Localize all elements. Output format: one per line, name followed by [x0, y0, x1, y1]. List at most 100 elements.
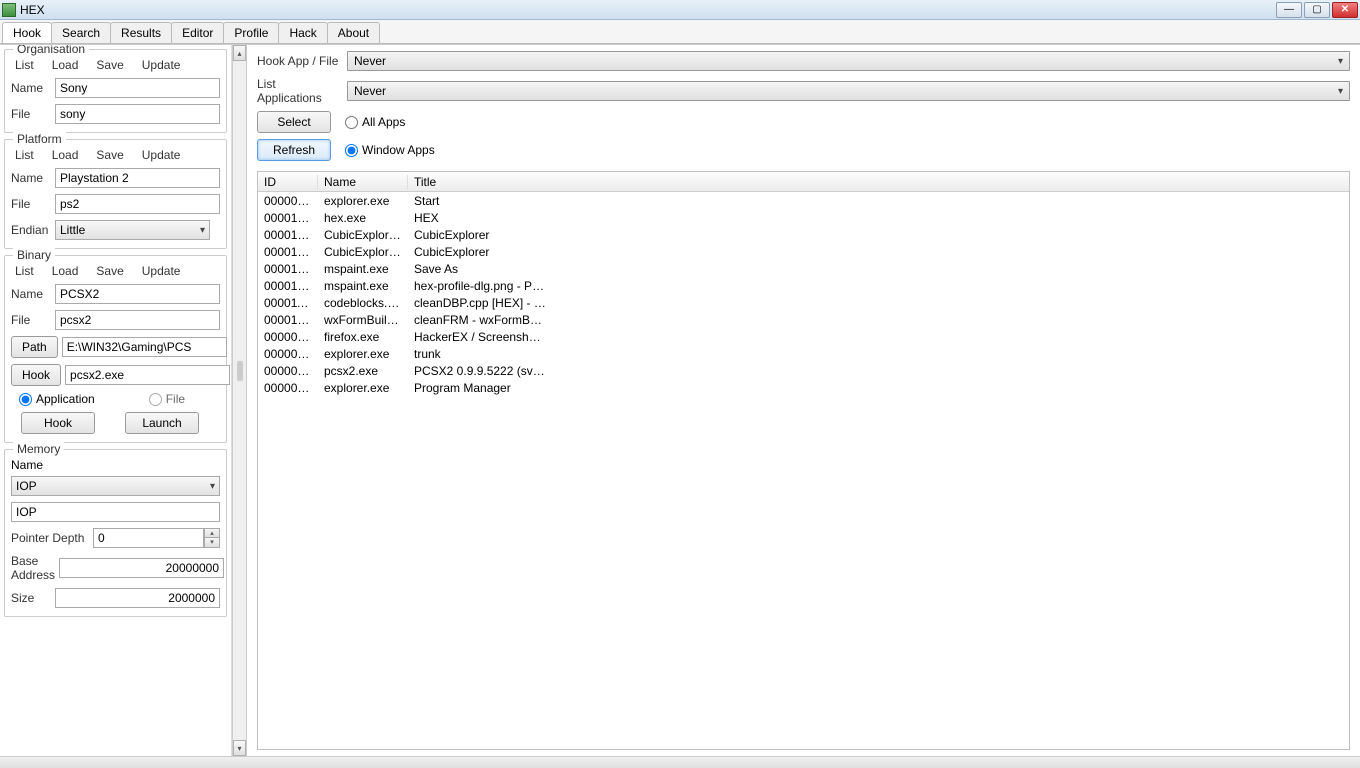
- cell-title: HackerEX / Screenshots - ...: [408, 330, 553, 344]
- plat-name-input[interactable]: [55, 168, 220, 188]
- table-row[interactable]: 000013A0mspaint.exehex-profile-dlg.png -…: [258, 277, 1349, 294]
- size-input[interactable]: [55, 588, 220, 608]
- table-row[interactable]: 00000798pcsx2.exePCSX2 0.9.9.5222 (svn) …: [258, 362, 1349, 379]
- cell-title: Start: [408, 194, 553, 208]
- org-file-input[interactable]: [55, 104, 220, 124]
- table-row[interactable]: 00000770explorer.exeStart: [258, 192, 1349, 209]
- bin-save-link[interactable]: Save: [96, 264, 123, 278]
- group-memory: Memory Name IOP Pointer Depth ▴▾ Base Ad…: [4, 449, 227, 617]
- tab-hook[interactable]: Hook: [2, 22, 52, 43]
- org-name-label: Name: [11, 81, 51, 95]
- table-row[interactable]: 000013A0mspaint.exeSave As: [258, 260, 1349, 277]
- close-button[interactable]: ✕: [1332, 2, 1358, 18]
- table-row[interactable]: 00001368CubicExplorer...CubicExplorer: [258, 243, 1349, 260]
- plat-load-link[interactable]: Load: [52, 148, 79, 162]
- all-apps-radio[interactable]: All Apps: [345, 115, 405, 129]
- cell-name: mspaint.exe: [318, 262, 408, 276]
- tab-about[interactable]: About: [327, 22, 380, 43]
- group-title-platform: Platform: [13, 132, 66, 146]
- sidebar: Organisation List Load Save Update Name …: [0, 45, 232, 756]
- tab-results[interactable]: Results: [110, 22, 172, 43]
- cell-title: Save As: [408, 262, 553, 276]
- application-radio[interactable]: Application: [19, 392, 95, 406]
- table-row[interactable]: 00000770explorer.exeProgram Manager: [258, 379, 1349, 396]
- minimize-button[interactable]: —: [1276, 2, 1302, 18]
- plat-save-link[interactable]: Save: [96, 148, 123, 162]
- base-address-input[interactable]: [59, 558, 224, 578]
- plat-endian-select[interactable]: Little: [55, 220, 210, 240]
- spin-up-icon[interactable]: ▴: [205, 529, 219, 538]
- select-button[interactable]: Select: [257, 111, 331, 133]
- mem-region-select[interactable]: IOP: [11, 476, 220, 496]
- tab-hack[interactable]: Hack: [278, 22, 327, 43]
- statusbar: [0, 756, 1360, 768]
- group-organisation: Organisation List Load Save Update Name …: [4, 49, 227, 133]
- tab-profile[interactable]: Profile: [223, 22, 279, 43]
- cell-id: 00001368: [258, 228, 318, 242]
- bin-update-link[interactable]: Update: [142, 264, 181, 278]
- cell-name: explorer.exe: [318, 347, 408, 361]
- cell-title: cleanDBP.cpp [HEX] - Cod...: [408, 296, 553, 310]
- bin-list-link[interactable]: List: [15, 264, 34, 278]
- bin-exe-input[interactable]: [65, 365, 230, 385]
- table-row[interactable]: 00001368CubicExplorer...CubicExplorer: [258, 226, 1349, 243]
- cell-id: 0000126C: [258, 313, 318, 327]
- cell-id: 00000798: [258, 364, 318, 378]
- pointer-depth-input[interactable]: [93, 528, 204, 548]
- cell-title: hex-profile-dlg.png - Paint: [408, 279, 553, 293]
- org-list-link[interactable]: List: [15, 58, 34, 72]
- launch-button[interactable]: Launch: [125, 412, 199, 434]
- cell-name: wxFormBuilde...: [318, 313, 408, 327]
- group-title-binary: Binary: [13, 248, 55, 262]
- file-radio[interactable]: File: [149, 392, 185, 406]
- col-title[interactable]: Title: [408, 175, 553, 189]
- cell-name: CubicExplorer...: [318, 245, 408, 259]
- bin-load-link[interactable]: Load: [52, 264, 79, 278]
- cell-id: 00000770: [258, 381, 318, 395]
- bin-name-input[interactable]: [55, 284, 220, 304]
- bin-file-input[interactable]: [55, 310, 220, 330]
- col-id[interactable]: ID: [258, 175, 318, 189]
- plat-file-input[interactable]: [55, 194, 220, 214]
- list-applications-select[interactable]: Never: [347, 81, 1350, 101]
- table-row[interactable]: 0000130Chex.exeHEX: [258, 209, 1349, 226]
- hook-button[interactable]: Hook: [21, 412, 95, 434]
- spin-down-icon[interactable]: ▾: [205, 538, 219, 547]
- list-header: ID Name Title: [258, 172, 1349, 192]
- scroll-track[interactable]: [233, 61, 246, 740]
- org-update-link[interactable]: Update: [142, 58, 181, 72]
- cell-id: 0000130C: [258, 211, 318, 225]
- refresh-button[interactable]: Refresh: [257, 139, 331, 161]
- mem-size-label: Size: [11, 591, 51, 605]
- hook-app-file-select[interactable]: Never: [347, 51, 1350, 71]
- table-row[interactable]: 0000126CwxFormBuilde...cleanFRM - wxForm…: [258, 311, 1349, 328]
- org-name-input[interactable]: [55, 78, 220, 98]
- plat-list-link[interactable]: List: [15, 148, 34, 162]
- scroll-up-icon[interactable]: ▴: [233, 45, 246, 61]
- group-binary: Binary List Load Save Update Name File P…: [4, 255, 227, 443]
- cell-id: 00000770: [258, 194, 318, 208]
- col-name[interactable]: Name: [318, 175, 408, 189]
- mem-region-text[interactable]: [11, 502, 220, 522]
- table-row[interactable]: 0000010Cexplorer.exetrunk: [258, 345, 1349, 362]
- cell-id: 000013A0: [258, 262, 318, 276]
- tab-editor[interactable]: Editor: [171, 22, 224, 43]
- org-load-link[interactable]: Load: [52, 58, 79, 72]
- org-save-link[interactable]: Save: [96, 58, 123, 72]
- hook-exe-button[interactable]: Hook: [11, 364, 61, 386]
- plat-update-link[interactable]: Update: [142, 148, 181, 162]
- tab-search[interactable]: Search: [51, 22, 111, 43]
- window-apps-radio[interactable]: Window Apps: [345, 143, 435, 157]
- bin-path-input[interactable]: [62, 337, 227, 357]
- table-row[interactable]: 00000274firefox.exeHackerEX / Screenshot…: [258, 328, 1349, 345]
- maximize-button[interactable]: ▢: [1304, 2, 1330, 18]
- pointer-depth-spin[interactable]: ▴▾: [93, 528, 220, 548]
- mem-pd-label: Pointer Depth: [11, 531, 89, 545]
- cell-title: PCSX2 0.9.9.5222 (svn) ...: [408, 364, 553, 378]
- table-row[interactable]: 0000114Ccodeblocks.execleanDBP.cpp [HEX]…: [258, 294, 1349, 311]
- scroll-grip-icon[interactable]: [237, 361, 243, 381]
- scroll-down-icon[interactable]: ▾: [233, 740, 246, 756]
- sidebar-scrollbar[interactable]: ▴ ▾: [232, 45, 247, 756]
- cell-name: hex.exe: [318, 211, 408, 225]
- path-button[interactable]: Path: [11, 336, 58, 358]
